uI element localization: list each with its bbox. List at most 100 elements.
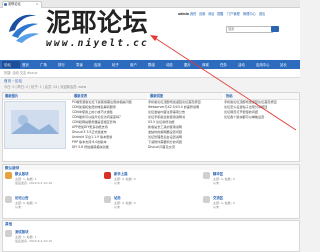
main-nav: 论坛 首页 广场 排行 导读 应用 帖子 用户 群组 动态 图片 商城 任务 活…: [0, 60, 300, 69]
list-item[interactable]: 论坛各个版块都可以单独设置: [224, 115, 296, 119]
list-item[interactable]: Discuz!X 3.5正式版发布: [72, 130, 144, 134]
panel-header-hot: 热帖: [224, 93, 299, 100]
panel-header-replies: 最新回复: [148, 93, 223, 100]
forum-name[interactable]: 站务: [114, 196, 121, 200]
forum-item[interactable]: 交流区 主题: 0, 帖数: 0 从未: [201, 194, 299, 210]
list-item[interactable]: 论坛手机版全新使用说明书: [148, 115, 220, 119]
list-item[interactable]: 新版站长工具的使用说明: [148, 125, 220, 129]
nav-item-app-center[interactable]: 应用中心: [256, 63, 270, 67]
forum-group-title[interactable]: 其他: [5, 222, 12, 227]
list-item[interactable]: CDN中使用上的小技巧大搜集: [72, 110, 144, 114]
site-logo-text[interactable]: 泥耶论坛: [46, 9, 148, 37]
username[interactable]: admin: [178, 12, 189, 16]
forum-list: 默认版块 主题: 1, 帖数: 1 最后发表: 2022-6-2 20:10 新…: [2, 170, 300, 219]
nav-item-images[interactable]: 图片: [184, 63, 191, 67]
user-link-settings[interactable]: 设置: [199, 12, 205, 16]
forum-item[interactable]: 默认版块 主题: 1, 帖数: 1 最后发表: 2022-6-2 20:10: [3, 170, 101, 186]
user-link-messages[interactable]: 消息: [208, 12, 214, 16]
nav-item-webmaster[interactable]: 站长: [280, 63, 287, 67]
search-icon: [272, 35, 277, 40]
nav-item-guide[interactable]: 导读: [76, 63, 83, 67]
nav-item-posts[interactable]: 帖子: [112, 63, 119, 67]
breadcrumb[interactable]: 首页 › 论坛: [4, 79, 204, 84]
new-posts-list: PC端安装版论坛下载使用需注意的相关问题 CDN加速和免费的域名解析服务 CDN…: [72, 100, 144, 158]
user-link-notices[interactable]: 提醒: [217, 12, 223, 16]
browser-tab-bar: [0, 0, 300, 8]
list-item[interactable]: CDN插件可以提升论坛访问速度吗?: [72, 115, 144, 119]
nav-item-apps[interactable]: 应用: [94, 63, 101, 67]
forum-last-post: 最后发表: 2022-6-2 20:10: [15, 239, 53, 243]
list-item[interactable]: 论坛怎么设置帖子出现分享按钮: [224, 105, 296, 109]
forum-item[interactable]: 测试版块 主题: 1, 帖数: 1 最后发表: 2022-6-2 20:10: [3, 228, 123, 244]
panel-header-images: 最新图片: [3, 93, 71, 100]
nav-item-users[interactable]: 用户: [130, 63, 137, 67]
forum-icon: [104, 172, 111, 179]
hot-posts-list: 手机版论坛顶部增加返回论坛首页按钮 论坛怎么设置帖子出现分享按钮 论坛网页打开很…: [224, 100, 296, 124]
forum-item[interactable]: 精华区 主题: 0, 帖数: 0 从未: [201, 170, 299, 186]
nav-item-events[interactable]: 活动: [238, 63, 245, 67]
forum-icon: [104, 196, 111, 203]
nav-item-tasks[interactable]: 任务: [220, 63, 227, 67]
hot-search[interactable]: 热搜: 活动 交友 discuz: [4, 71, 144, 75]
list-item[interactable]: CDN和网站服务器是否相互影响: [72, 120, 144, 124]
forum-last-post: 从未: [15, 205, 22, 209]
list-item[interactable]: CDN加速和免费的域名解析服务: [72, 105, 144, 109]
favicon-icon: [4, 2, 7, 6]
forum-icon: [5, 196, 12, 203]
forum-item[interactable]: 新手上路 主题: 0, 帖数: 0 从未: [102, 170, 200, 186]
forum-group-2: 其他 测试版块 主题: 1, 帖数: 1 最后发表: 2022-6-2 20:1…: [2, 220, 300, 252]
image-slideshow[interactable]: [4, 101, 66, 149]
forum-name[interactable]: 论坛公告: [15, 196, 29, 200]
list-item[interactable]: 下载附件需要积分的问题: [148, 140, 220, 144]
nav-item-square[interactable]: 广场: [40, 63, 47, 67]
list-item[interactable]: X3.5 论坛新增功能: [148, 120, 220, 124]
panel-header-new: 最新发表: [72, 93, 147, 100]
list-item[interactable]: 论坛网页打开很慢的问题: [224, 110, 296, 114]
forum-icon: [5, 172, 12, 179]
list-item[interactable]: PC端安装版论坛下载使用需注意的相关问题: [72, 100, 144, 104]
forum-last-post: 最后发表: 2022-6-2 20:10: [15, 181, 53, 185]
list-item[interactable]: 发帖时的编辑器设置问题: [148, 130, 220, 134]
list-item[interactable]: APP增加DIY更多功能支持: [72, 125, 144, 129]
forum-name[interactable]: 交流区: [213, 196, 223, 200]
list-item[interactable]: Android 平台1.1.9 版本更新: [72, 135, 144, 139]
forum-icon: [5, 230, 12, 237]
panel-title-new: 最新发表: [74, 94, 88, 98]
forum-name[interactable]: 新手上路: [114, 172, 128, 176]
list-item[interactable]: PHP 版本支持 8.0的版本: [72, 140, 144, 144]
user-link-admin-center[interactable]: 管理中心: [243, 12, 256, 16]
nav-item-feed[interactable]: 动态: [166, 63, 173, 67]
slide-image-icon: [5, 102, 65, 148]
forum-last-post: 从未: [114, 205, 121, 209]
logo-swirl-icon: [9, 14, 39, 43]
forum-name[interactable]: 默认版块: [15, 172, 29, 176]
close-icon[interactable]: ×: [36, 2, 39, 6]
nav-item-shop[interactable]: 商城: [202, 63, 209, 67]
search-input[interactable]: 搜索: [226, 26, 273, 33]
user-link-logout[interactable]: 退出: [259, 12, 265, 16]
list-item[interactable]: 论坛管理员后台设置说明: [148, 135, 220, 139]
nav-item-home[interactable]: 首页: [22, 63, 29, 67]
list-item[interactable]: Webserver与X2.5/X3.0 的差异说明: [148, 105, 220, 109]
tab-title: 泥耶论坛: [8, 2, 21, 6]
forum-name[interactable]: 测试版块: [15, 230, 29, 234]
list-item[interactable]: 论坛发帖内容注意事项公告: [148, 110, 220, 114]
forum-icon: [203, 196, 210, 203]
user-link-portal-admin[interactable]: 门户管理: [227, 12, 240, 16]
list-item[interactable]: Discuz!问答及交流: [148, 145, 220, 149]
site-logo-url: www.niyelt.cc: [46, 38, 149, 49]
forum-last-post: 从未: [114, 181, 121, 185]
nav-item-groups[interactable]: 群组: [148, 63, 155, 67]
search-button[interactable]: [271, 26, 279, 40]
forum-last-post: 从未: [213, 181, 220, 185]
list-item[interactable]: 手机版论坛顶部增加返回论坛首页按钮: [148, 100, 220, 104]
list-item[interactable]: 手机版论坛顶部增加返回论坛首页按钮: [224, 100, 296, 104]
user-link-my[interactable]: 我的: [190, 12, 196, 16]
forum-stats: 今日: 0 | 昨日: 0 | 帖子: 1 | 会员: 24 | 欢迎新会员: …: [4, 85, 87, 89]
forum-item[interactable]: 论坛公告 主题: 0, 帖数: 0 从未: [3, 194, 101, 210]
list-item[interactable]: DIY 5.6 增加超级模块功能: [72, 145, 144, 149]
nav-item-forum[interactable]: 论坛: [4, 63, 11, 67]
forum-item[interactable]: 站务 主题: 0, 帖数: 0 从未: [102, 194, 200, 210]
forum-name[interactable]: 精华区: [213, 172, 223, 176]
nav-item-rank[interactable]: 排行: [58, 63, 65, 67]
